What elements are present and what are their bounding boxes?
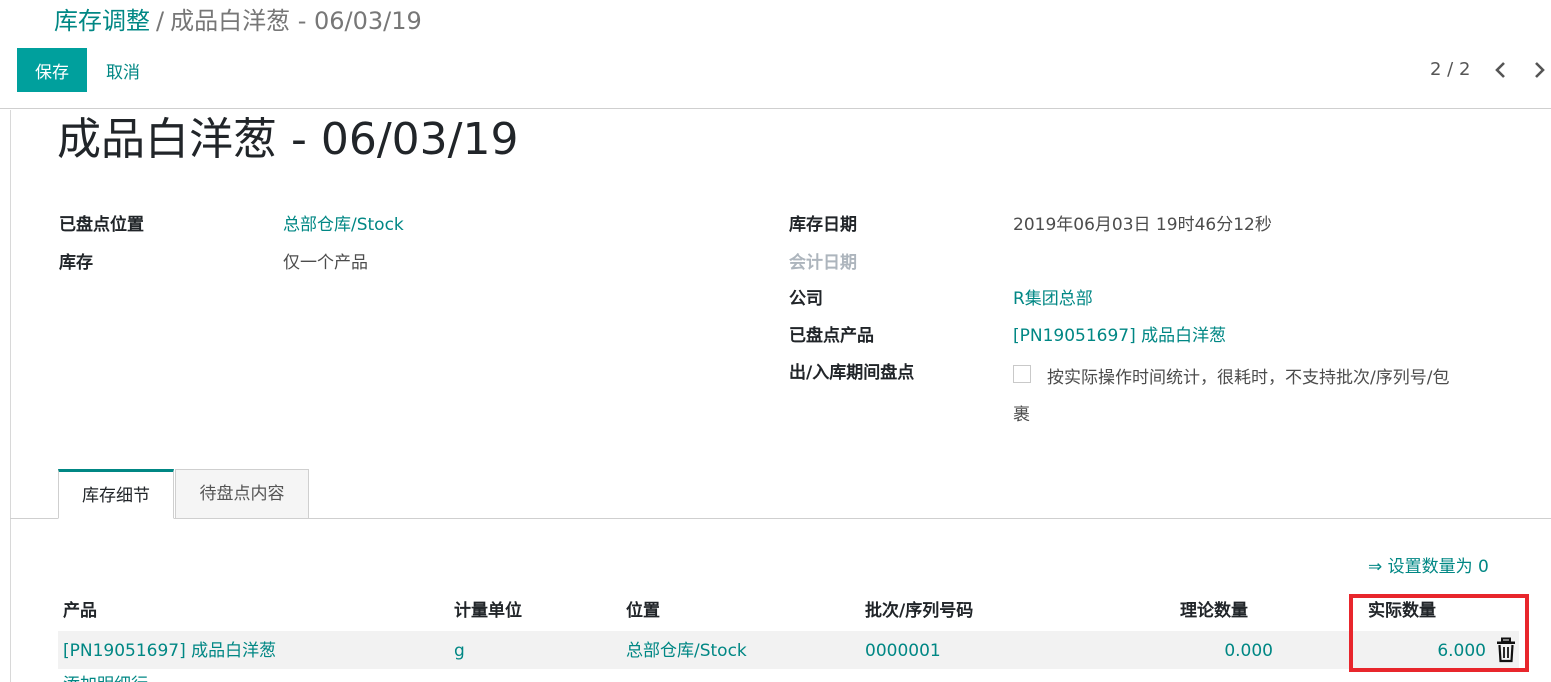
breadcrumb-current: 成品白洋葱 - 06/03/19 <box>170 7 422 35</box>
column-header-uom[interactable]: 计量单位 <box>454 598 522 624</box>
table-row[interactable] <box>58 631 1519 669</box>
inventory-date-value[interactable]: 2019年06月03日 19时46分12秒 <box>1013 212 1272 238</box>
moves-during-count-label: 出/入库期间盘点 <box>789 363 915 383</box>
set-quantity-zero-button[interactable]: ⇒ 设置数量为 0 <box>1368 554 1489 580</box>
counted-product-link[interactable]: [PN19051697] 成品白洋葱 <box>1013 323 1226 349</box>
save-button[interactable]: 保存 <box>17 48 87 92</box>
company-value-link[interactable]: R集团总部 <box>1013 286 1093 312</box>
breadcrumb: 库存调整 / 成品白洋葱 - 06/03/19 <box>54 4 422 38</box>
column-header-location[interactable]: 位置 <box>626 598 660 624</box>
accounting-date-label: 会计日期 <box>789 253 857 273</box>
cell-lot[interactable]: 0000001 <box>865 638 941 664</box>
location-label: 已盘点位置 <box>59 215 144 235</box>
actual-qty-highlight-box <box>1349 594 1529 672</box>
column-header-lot[interactable]: 批次/序列号码 <box>865 598 973 624</box>
add-line-link[interactable]: 添加明细行 <box>63 672 148 682</box>
breadcrumb-separator: / <box>156 7 165 35</box>
cell-location[interactable]: 总部仓库/Stock <box>626 638 747 664</box>
moves-during-count-note: 按实际操作时间统计，很耗时，不支持批次/序列号/包裹 <box>1013 368 1450 425</box>
control-panel: 库存调整 / 成品白洋葱 - 06/03/19 保存 取消 2 / 2 <box>0 0 1551 109</box>
breadcrumb-parent-link[interactable]: 库存调整 <box>54 7 150 35</box>
cell-theoretical-qty[interactable]: 0.000 <box>1173 638 1273 664</box>
inventory-label: 库存 <box>59 253 93 273</box>
chevron-left-icon[interactable] <box>1488 56 1514 84</box>
counted-product-label: 已盘点产品 <box>789 326 874 346</box>
cancel-button[interactable]: 取消 <box>96 48 150 92</box>
column-header-theoretical-qty[interactable]: 理论数量 <box>1180 598 1248 624</box>
inventory-value[interactable]: 仅一个产品 <box>283 250 368 276</box>
chevron-right-icon[interactable] <box>1526 56 1551 84</box>
tab-inventory-details[interactable]: 库存细节 <box>58 469 174 519</box>
sheet-border <box>10 110 11 682</box>
tab-pending-count[interactable]: 待盘点内容 <box>175 469 309 519</box>
cell-uom[interactable]: g <box>454 638 465 664</box>
location-value-link[interactable]: 总部仓库/Stock <box>283 212 404 238</box>
pager-value: 2 / 2 <box>1430 59 1471 80</box>
inventory-date-label: 库存日期 <box>789 215 857 235</box>
cell-product[interactable]: [PN19051697] 成品白洋葱 <box>63 638 276 664</box>
record-title: 成品白洋葱 - 06/03/19 <box>57 114 519 165</box>
company-label: 公司 <box>789 289 823 309</box>
column-header-product[interactable]: 产品 <box>63 598 97 624</box>
